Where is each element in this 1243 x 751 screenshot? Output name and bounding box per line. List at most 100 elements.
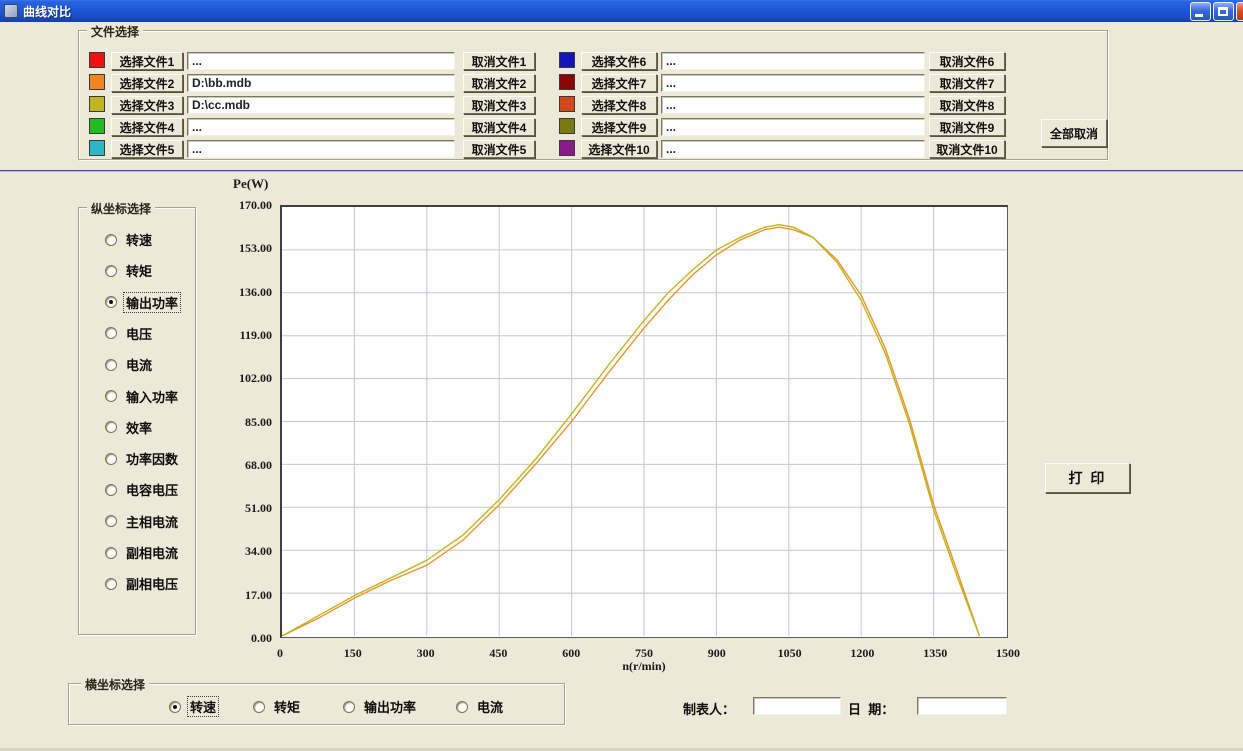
- cancel-file-button[interactable]: 取消文件2: [463, 74, 535, 92]
- radio-button-icon: [105, 547, 117, 559]
- plot-svg: [282, 207, 1006, 636]
- x-tick-label: 900: [689, 646, 745, 661]
- radio-button-icon: [105, 296, 117, 308]
- radio-label: 转矩: [272, 697, 302, 716]
- x-tick-label: 1050: [762, 646, 818, 661]
- cancel-file-button[interactable]: 取消文件6: [929, 52, 1005, 70]
- x-axis-groupbox: 横坐标选择 转速转矩输出功率电流: [68, 683, 565, 725]
- x-tick-label: 1350: [907, 646, 963, 661]
- cancel-file-button[interactable]: 取消文件7: [929, 74, 1005, 92]
- file-color-swatch: [89, 52, 105, 68]
- x-axis-option[interactable]: 电流: [456, 697, 505, 716]
- file-path-input[interactable]: [187, 74, 455, 92]
- maximize-icon: [1218, 7, 1228, 16]
- file-color-swatch: [89, 118, 105, 134]
- y-tick-label: 0.00: [216, 631, 272, 646]
- x-tick-label: 300: [398, 646, 454, 661]
- file-path-input[interactable]: [661, 52, 925, 70]
- file-path-input[interactable]: [187, 140, 455, 158]
- y-tick-label: 85.00: [216, 415, 272, 430]
- y-axis-option[interactable]: 转速: [105, 230, 154, 249]
- x-tick-label: 1500: [980, 646, 1036, 661]
- select-file-button[interactable]: 选择文件6: [581, 52, 657, 70]
- radio-label: 功率因数: [124, 449, 180, 468]
- window-title: 曲线对比: [23, 3, 71, 20]
- y-axis-option[interactable]: 电压: [105, 324, 154, 343]
- cancel-file-button[interactable]: 取消文件3: [463, 96, 535, 114]
- maximize-button[interactable]: [1213, 2, 1234, 21]
- cancel-file-button[interactable]: 取消文件9: [929, 118, 1005, 136]
- file-path-input[interactable]: [661, 140, 925, 158]
- x-tick-label: 600: [543, 646, 599, 661]
- radio-button-icon: [105, 515, 117, 527]
- radio-button-icon: [105, 421, 117, 433]
- radio-button-icon: [105, 578, 117, 590]
- radio-label: 输入功率: [124, 387, 180, 406]
- x-axis-option[interactable]: 转速: [169, 697, 218, 716]
- select-file-button[interactable]: 选择文件4: [111, 118, 183, 136]
- y-axis-option[interactable]: 转矩: [105, 261, 154, 280]
- preparer-input[interactable]: [753, 697, 841, 715]
- select-file-button[interactable]: 选择文件8: [581, 96, 657, 114]
- file-path-input[interactable]: [187, 52, 455, 70]
- plot-area: [280, 205, 1008, 638]
- radio-label: 电流: [124, 355, 154, 374]
- y-axis-option[interactable]: 功率因数: [105, 449, 180, 468]
- cancel-file-button[interactable]: 取消文件1: [463, 52, 535, 70]
- y-axis-option[interactable]: 电容电压: [105, 480, 180, 499]
- radio-label: 电流: [475, 697, 505, 716]
- date-input[interactable]: [917, 697, 1007, 715]
- y-axis-option[interactable]: 效率: [105, 418, 154, 437]
- x-axis-option[interactable]: 输出功率: [343, 697, 418, 716]
- file-path-input[interactable]: [661, 74, 925, 92]
- select-file-button[interactable]: 选择文件1: [111, 52, 183, 70]
- select-file-button[interactable]: 选择文件2: [111, 74, 183, 92]
- y-tick-label: 170.00: [216, 198, 272, 213]
- y-axis-option[interactable]: 副相电流: [105, 543, 180, 562]
- file-color-swatch: [559, 96, 575, 112]
- y-tick-label: 153.00: [216, 241, 272, 256]
- radio-button-icon: [105, 327, 117, 339]
- y-axis-option[interactable]: 电流: [105, 355, 154, 374]
- radio-button-icon: [105, 265, 117, 277]
- cancel-file-button[interactable]: 取消文件4: [463, 118, 535, 136]
- select-file-button[interactable]: 选择文件7: [581, 74, 657, 92]
- y-tick-label: 68.00: [216, 458, 272, 473]
- preparer-label: 制表人：: [683, 699, 735, 718]
- select-file-button[interactable]: 选择文件3: [111, 96, 183, 114]
- file-path-input[interactable]: [661, 118, 925, 136]
- app-window: 曲线对比 ✕ 文件选择 选择文件1取消文件1选择文件2取消文件2选择文件3取消文…: [0, 0, 1243, 751]
- y-axis-option[interactable]: 主相电流: [105, 512, 180, 531]
- x-axis-option[interactable]: 转矩: [253, 697, 302, 716]
- file-path-input[interactable]: [187, 118, 455, 136]
- cancel-file-button[interactable]: 取消文件5: [463, 140, 535, 158]
- cancel-all-button[interactable]: 全部取消: [1041, 119, 1107, 147]
- select-file-button[interactable]: 选择文件10: [581, 140, 657, 158]
- cancel-file-button[interactable]: 取消文件8: [929, 96, 1005, 114]
- close-button[interactable]: ✕: [1236, 2, 1243, 21]
- radio-label: 转速: [124, 230, 154, 249]
- file-color-swatch: [559, 74, 575, 90]
- select-file-button[interactable]: 选择文件9: [581, 118, 657, 136]
- radio-button-icon: [253, 701, 265, 713]
- radio-label: 副相电压: [124, 574, 180, 593]
- file-color-swatch: [89, 96, 105, 112]
- minimize-button[interactable]: [1190, 2, 1211, 21]
- radio-label: 电压: [124, 324, 154, 343]
- y-tick-label: 51.00: [216, 501, 272, 516]
- y-axis-option[interactable]: 输入功率: [105, 387, 180, 406]
- select-file-button[interactable]: 选择文件5: [111, 140, 183, 158]
- y-axis-groupbox: 纵坐标选择 转速转矩输出功率电压电流输入功率效率功率因数电容电压主相电流副相电流…: [78, 207, 196, 635]
- print-button[interactable]: 打 印: [1045, 463, 1130, 493]
- x-tick-label: 1200: [834, 646, 890, 661]
- file-path-input[interactable]: [187, 96, 455, 114]
- file-path-input[interactable]: [661, 96, 925, 114]
- file-color-swatch: [559, 118, 575, 134]
- minimize-icon: [1195, 14, 1203, 17]
- date-label: 日 期：: [848, 699, 894, 718]
- cancel-file-button[interactable]: 取消文件10: [929, 140, 1005, 158]
- y-tick-label: 17.00: [216, 588, 272, 603]
- y-axis-option[interactable]: 输出功率: [105, 293, 180, 312]
- y-axis-option[interactable]: 副相电压: [105, 574, 180, 593]
- radio-label: 输出功率: [124, 293, 180, 312]
